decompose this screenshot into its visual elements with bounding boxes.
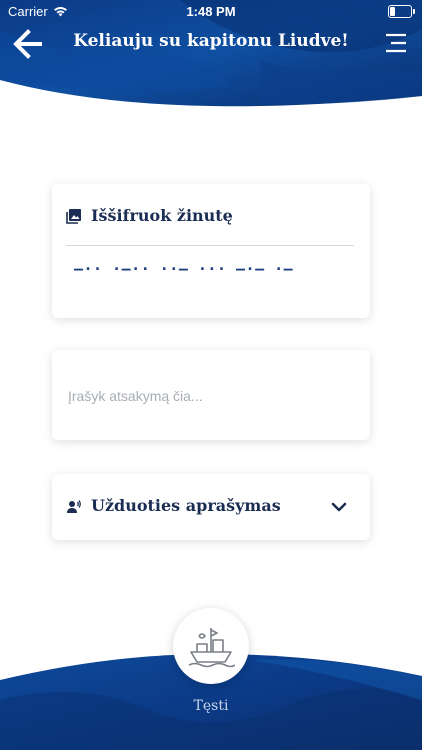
page-title: Keliauju su kapitonu Liudve! xyxy=(73,31,349,51)
continue-label: Tęsti xyxy=(193,698,229,714)
ship-icon xyxy=(188,628,235,668)
task-description-card[interactable]: Užduoties aprašymas xyxy=(52,474,370,540)
task-description-heading: Užduoties aprašymas xyxy=(91,496,281,515)
back-button[interactable] xyxy=(10,26,46,62)
status-time: 1:48 PM xyxy=(186,4,236,19)
task-description-header: Užduoties aprašymas xyxy=(66,496,281,515)
menu-button[interactable] xyxy=(380,28,410,58)
message-card-header: Iššifruok žinutę xyxy=(66,206,233,225)
menu-icon xyxy=(386,33,406,53)
status-bar: Carrier 1:48 PM xyxy=(0,0,422,22)
message-card: Iššifruok žinutę –·· ·–·· ··– ··· –·– ·– xyxy=(52,184,370,318)
battery-icon xyxy=(388,5,415,18)
chevron-down-icon[interactable] xyxy=(330,500,348,514)
continue-button[interactable] xyxy=(173,608,249,684)
answer-input[interactable] xyxy=(66,380,360,412)
message-card-heading: Iššifruok žinutę xyxy=(91,206,233,225)
speaker-person-icon xyxy=(67,499,81,513)
arrow-left-icon xyxy=(13,29,42,59)
morse-code-message: –·· ·–·· ··– ··· –·– ·– xyxy=(74,260,294,278)
answer-card xyxy=(52,350,370,440)
title-bar: Keliauju su kapitonu Liudve! xyxy=(0,22,422,66)
image-icon xyxy=(66,208,81,224)
divider xyxy=(66,245,354,246)
